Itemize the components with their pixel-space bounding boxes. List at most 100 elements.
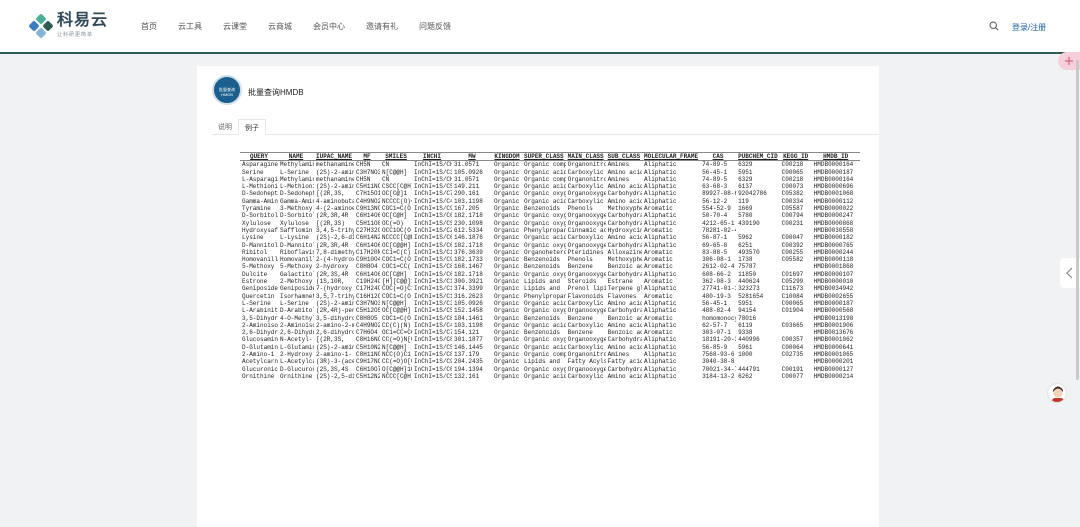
logo[interactable]: 科易云 让科研更简单 xyxy=(28,12,108,39)
table-cell: Amines xyxy=(607,351,630,359)
table-cell: Organic oxygen xyxy=(524,219,566,227)
page-scrollbar[interactable] xyxy=(1076,60,1079,380)
table-cell: Organic xyxy=(494,299,520,307)
table-cell: D-Mannitol xyxy=(242,241,278,249)
tab-example[interactable]: 例子 xyxy=(238,119,266,135)
table-cell: InChI=1S/C19 xyxy=(414,278,453,286)
tab-instructions[interactable]: 说明 xyxy=(212,119,238,135)
table-cell xyxy=(736,227,780,234)
table-cell: Organic xyxy=(494,336,520,344)
table-cell: Aliphatic xyxy=(644,212,677,220)
table-cell: 306-08-1 xyxy=(702,256,731,264)
table-cell: C27H32O16 xyxy=(356,226,381,234)
table-cell: HMDB0000765 xyxy=(813,241,854,249)
table-row: GlucosamineN-Acetyl-[(2R,3S, C8H16NO9PCC(… xyxy=(240,336,860,343)
table-cell: 493570 xyxy=(738,248,760,256)
column-header: CAS xyxy=(700,151,737,162)
table-cell: 31.0571 xyxy=(454,161,480,169)
search-icon[interactable] xyxy=(989,21,999,31)
table-cell: (2R,4R)-pentane xyxy=(316,307,355,315)
table-cell: C00794 xyxy=(781,212,804,220)
table-cell: Organic oxygen xyxy=(524,307,566,315)
table-cell: HMDB0000696 xyxy=(813,183,854,191)
nav-store[interactable]: 云商城 xyxy=(268,21,292,32)
table-cell: 6119 xyxy=(738,321,753,329)
nav-courses[interactable]: 云课堂 xyxy=(223,21,247,32)
table-cell: Aromatic xyxy=(644,226,673,234)
table-cell: 74-89-5 xyxy=(702,161,728,169)
table-cell: Organic acids xyxy=(524,321,566,329)
table-cell: Benzoic acids xyxy=(607,314,643,322)
table-cell: Carboxylic xyxy=(567,234,604,242)
customer-service-avatar[interactable] xyxy=(1047,383,1067,403)
table-cell: Organic xyxy=(494,168,520,176)
table-row: GeniposideGeniposide7-(hydroxyC17H24O10C… xyxy=(240,285,860,292)
table-cell: Organic xyxy=(494,205,520,213)
column-header: IUPAC_NAME xyxy=(314,151,355,162)
table-cell: L-Methionine xyxy=(280,183,314,191)
table-cell: Organic xyxy=(494,292,520,300)
table-cell: Carbohydrates xyxy=(607,241,643,249)
table-cell: L-Methionine xyxy=(242,183,278,191)
table-cell: Fatty acid esters xyxy=(607,358,643,366)
nav-invite[interactable]: 邀请有礼 xyxy=(366,21,398,32)
table-cell: D-Sedoheptulose xyxy=(242,190,278,198)
table-cell: 1000 xyxy=(738,351,753,359)
table-cell: 2-Amino-1 xyxy=(242,351,275,359)
table-cell: HMDB0001065 xyxy=(813,351,854,359)
table-cell: Alloxazines xyxy=(607,248,643,256)
table-cell: Carboxylic xyxy=(567,343,604,351)
table-cell: 78281-02-4 xyxy=(702,226,737,234)
table-cell: CH5N xyxy=(356,161,371,169)
table-cell: C17H24O10 xyxy=(356,285,381,293)
table-cell: 3,5,7-trihydroxy xyxy=(316,292,355,300)
nav-tools[interactable]: 云工具 xyxy=(178,21,202,32)
table-cell: Amino acids xyxy=(607,343,643,351)
table-cell: Carboxylic xyxy=(567,197,604,205)
table-cell: Aliphatic xyxy=(644,241,677,249)
table-cell: HMDB0000022 xyxy=(813,205,854,213)
table-cell: Organic xyxy=(494,314,520,322)
table-cell: OC[C@H] xyxy=(382,212,408,220)
table-cell: Aromatic xyxy=(644,248,673,256)
table-cell: C00047 xyxy=(781,234,804,242)
table-cell: Riboflavin xyxy=(280,248,314,256)
table-cell: 184.1461 xyxy=(454,314,483,322)
table-cell: 3,4,5-trihydroxy xyxy=(316,226,355,234)
table-cell: 5951 xyxy=(738,168,753,176)
table-cell: HMDB0034942 xyxy=(813,285,854,293)
table-cell: HMDB0000641 xyxy=(813,343,854,351)
table-cell: Geniposide xyxy=(242,285,278,293)
table-cell: D-Sorbitol xyxy=(280,212,314,220)
top-navbar: 科易云 让科研更简单 首页 云工具 云课堂 云商城 会员中心 邀请有礼 问题反馈… xyxy=(0,0,1080,54)
table-cell: Organic acids xyxy=(524,168,566,176)
table-cell: InChI=1S/C5 xyxy=(414,372,453,380)
table-cell: Benzenoids xyxy=(524,263,561,271)
table-cell: 182.1718 xyxy=(454,212,483,220)
table-cell: InChI=1S/C8 xyxy=(414,351,453,359)
table-cell: 4212-65-1 xyxy=(702,219,735,227)
login-register-link[interactable]: 登录/注册 xyxy=(1012,22,1046,33)
table-cell: 63-68-3 xyxy=(702,183,728,191)
nav-feedback[interactable]: 问题反馈 xyxy=(419,21,451,32)
table-cell: Glucuronic xyxy=(242,365,278,373)
table-cell: 5780 xyxy=(738,212,753,220)
table-cell: 6251 xyxy=(738,241,753,249)
table-cell: Organic xyxy=(494,256,520,264)
nav-home[interactable]: 首页 xyxy=(141,21,157,32)
table-cell: InChI=1S/C5 xyxy=(414,307,453,315)
nav-member[interactable]: 会员中心 xyxy=(313,21,345,32)
column-header: MF xyxy=(354,151,381,162)
table-cell: C8H11NO xyxy=(356,351,381,359)
table-cell: Prenol lipids xyxy=(567,285,606,293)
table-cell: InChI=1S/C8 xyxy=(414,336,453,344)
table-cell: Carboxylic xyxy=(567,183,604,191)
table-cell: 2,6-dihydroxy xyxy=(316,329,355,337)
column-header: MOLECULAR_FRAME xyxy=(642,151,701,162)
table-cell: Ornithine xyxy=(242,372,275,380)
table-cell: 6137 xyxy=(738,183,753,191)
table-cell: Organooxygen xyxy=(567,212,606,220)
table-cell: InChI=1S/C6 xyxy=(414,241,453,249)
table-cell: 83-88-5 xyxy=(702,248,728,256)
logo-icon xyxy=(28,12,54,39)
